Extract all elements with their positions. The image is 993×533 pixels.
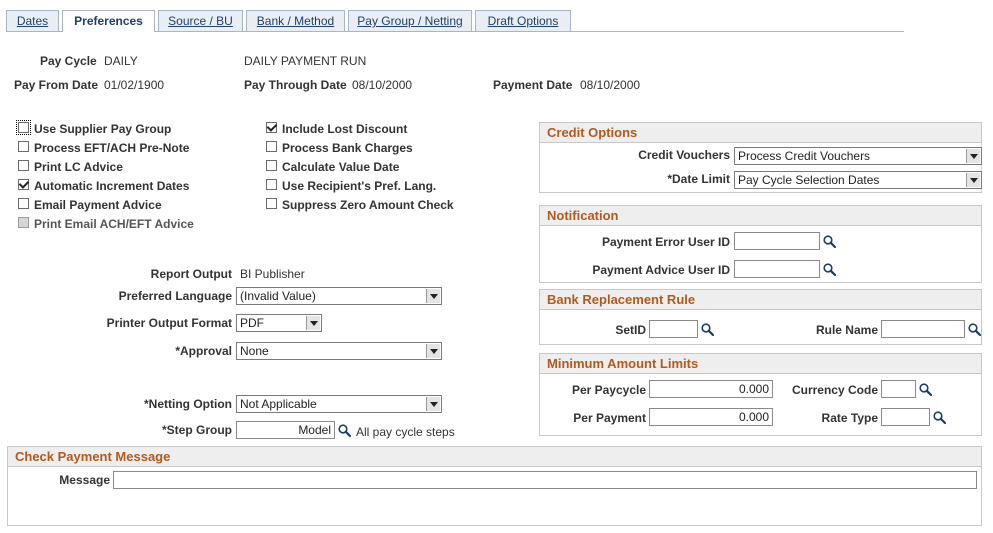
rule-name-lookup-icon[interactable] bbox=[968, 323, 981, 336]
include-lost-discount-label: Include Lost Discount bbox=[282, 122, 408, 136]
netting-option-value: Not Applicable bbox=[240, 397, 317, 411]
tab-dates[interactable]: Dates bbox=[6, 10, 59, 31]
printer-output-format-label: Printer Output Format bbox=[106, 316, 232, 330]
currency-code-input[interactable] bbox=[881, 380, 916, 398]
currency-code-label: Currency Code bbox=[791, 383, 878, 397]
rate-type-lookup-icon[interactable] bbox=[933, 411, 946, 424]
notification-title: Notification bbox=[540, 206, 981, 226]
use-supplier-pay-group-checkbox[interactable] bbox=[16, 120, 31, 135]
chevron-down-icon bbox=[306, 316, 320, 330]
message-input[interactable] bbox=[113, 471, 977, 489]
pay-through-date-value: 08/10/2000 bbox=[352, 78, 413, 92]
process-eft-ach-prenote-checkbox[interactable] bbox=[18, 141, 29, 152]
payment-error-user-lookup-icon[interactable] bbox=[823, 235, 836, 248]
pay-cycle-value: DAILY bbox=[104, 54, 138, 68]
rule-name-label: Rule Name bbox=[815, 323, 878, 337]
use-recipient-pref-lang-checkbox[interactable] bbox=[266, 179, 277, 190]
automatic-increment-dates-label: Automatic Increment Dates bbox=[34, 179, 190, 193]
step-group-label: *Step Group bbox=[161, 423, 232, 437]
print-email-ach-eft-advice-checkbox bbox=[18, 217, 29, 228]
tab-pay-group-netting[interactable]: Pay Group / Netting bbox=[348, 10, 472, 31]
pay-through-date-label: Pay Through Date bbox=[244, 78, 347, 92]
approval-value: None bbox=[240, 344, 269, 358]
automatic-increment-dates-checkbox[interactable] bbox=[18, 179, 29, 190]
approval-select[interactable]: None bbox=[236, 342, 442, 360]
netting-option-label: *Netting Option bbox=[144, 397, 232, 411]
payment-error-user-id-label: Payment Error User ID bbox=[601, 235, 730, 249]
report-output-label: Report Output bbox=[150, 267, 232, 281]
credit-vouchers-label: Credit Vouchers bbox=[638, 148, 730, 162]
report-output-value: BI Publisher bbox=[240, 267, 305, 281]
calculate-value-date-label: Calculate Value Date bbox=[282, 160, 400, 174]
chevron-down-icon bbox=[426, 289, 440, 303]
payment-error-user-id-input[interactable] bbox=[734, 232, 820, 250]
preferred-language-select[interactable]: (Invalid Value) bbox=[236, 287, 442, 305]
step-group-description: All pay cycle steps bbox=[356, 425, 455, 439]
tab-bank-method[interactable]: Bank / Method bbox=[246, 10, 345, 31]
tab-draft-options[interactable]: Draft Options bbox=[475, 10, 571, 31]
print-email-ach-eft-advice-label: Print Email ACH/EFT Advice bbox=[34, 217, 194, 231]
pay-cycle-label: Pay Cycle bbox=[40, 54, 97, 68]
email-payment-advice-label: Email Payment Advice bbox=[34, 198, 162, 212]
preferred-language-value: (Invalid Value) bbox=[240, 289, 316, 303]
printer-output-format-select[interactable]: PDF bbox=[236, 314, 322, 332]
currency-code-lookup-icon[interactable] bbox=[919, 383, 932, 396]
chevron-down-icon bbox=[426, 397, 440, 411]
process-bank-charges-label: Process Bank Charges bbox=[282, 141, 413, 155]
per-payment-label: Per Payment bbox=[573, 411, 646, 425]
minimum-amount-limits-title: Minimum Amount Limits bbox=[540, 354, 981, 374]
payment-advice-user-id-input[interactable] bbox=[734, 260, 820, 278]
setid-lookup-icon[interactable] bbox=[701, 323, 714, 336]
payment-date-value: 08/10/2000 bbox=[580, 78, 641, 92]
print-lc-advice-checkbox[interactable] bbox=[18, 160, 29, 171]
date-limit-select[interactable]: Pay Cycle Selection Dates bbox=[734, 171, 982, 189]
rate-type-label: Rate Type bbox=[821, 411, 878, 425]
rule-name-input[interactable] bbox=[881, 320, 965, 338]
credit-vouchers-value: Process Credit Vouchers bbox=[738, 149, 871, 163]
process-eft-ach-prenote-label: Process EFT/ACH Pre-Note bbox=[34, 141, 190, 155]
credit-options-title: Credit Options bbox=[540, 123, 981, 143]
use-supplier-pay-group-label: Use Supplier Pay Group bbox=[34, 122, 172, 136]
suppress-zero-amount-check-checkbox[interactable] bbox=[266, 198, 277, 209]
approval-label: *Approval bbox=[175, 344, 232, 358]
preferred-language-label: Preferred Language bbox=[118, 289, 232, 303]
printer-output-format-value: PDF bbox=[240, 316, 264, 330]
per-payment-input[interactable]: 0.000 bbox=[649, 408, 773, 426]
setid-input[interactable] bbox=[649, 320, 698, 338]
pay-from-date-value: 01/02/1900 bbox=[104, 78, 165, 92]
message-label: Message bbox=[59, 473, 110, 487]
rate-type-input[interactable] bbox=[881, 408, 930, 426]
chevron-down-icon bbox=[966, 173, 980, 187]
setid-label: SetID bbox=[615, 323, 646, 337]
email-payment-advice-checkbox[interactable] bbox=[18, 198, 29, 209]
step-group-input[interactable]: Model bbox=[236, 421, 335, 439]
step-group-lookup-icon[interactable] bbox=[338, 424, 351, 437]
bank-replacement-rule-title: Bank Replacement Rule bbox=[540, 290, 981, 310]
per-paycycle-input[interactable]: 0.000 bbox=[649, 380, 773, 398]
process-bank-charges-checkbox[interactable] bbox=[266, 141, 277, 152]
suppress-zero-amount-check-label: Suppress Zero Amount Check bbox=[282, 198, 454, 212]
tab-source-bu[interactable]: Source / BU bbox=[158, 10, 243, 31]
use-recipient-pref-lang-label: Use Recipient's Pref. Lang. bbox=[282, 179, 437, 193]
date-limit-label: *Date Limit bbox=[667, 172, 730, 186]
credit-vouchers-select[interactable]: Process Credit Vouchers bbox=[734, 147, 982, 165]
tab-preferences[interactable]: Preferences bbox=[62, 10, 155, 32]
pay-cycle-description: DAILY PAYMENT RUN bbox=[244, 54, 367, 68]
payment-date-label: Payment Date bbox=[493, 78, 573, 92]
netting-option-select[interactable]: Not Applicable bbox=[236, 395, 442, 413]
calculate-value-date-checkbox[interactable] bbox=[266, 160, 277, 171]
print-lc-advice-label: Print LC Advice bbox=[34, 160, 123, 174]
payment-advice-user-lookup-icon[interactable] bbox=[823, 263, 836, 276]
check-payment-message-title: Check Payment Message bbox=[8, 447, 981, 467]
per-paycycle-label: Per Paycycle bbox=[571, 383, 646, 397]
date-limit-value: Pay Cycle Selection Dates bbox=[738, 173, 880, 187]
pay-from-date-label: Pay From Date bbox=[14, 78, 99, 92]
include-lost-discount-checkbox[interactable] bbox=[266, 122, 277, 133]
chevron-down-icon bbox=[966, 149, 980, 163]
payment-advice-user-id-label: Payment Advice User ID bbox=[592, 263, 730, 277]
chevron-down-icon bbox=[426, 344, 440, 358]
